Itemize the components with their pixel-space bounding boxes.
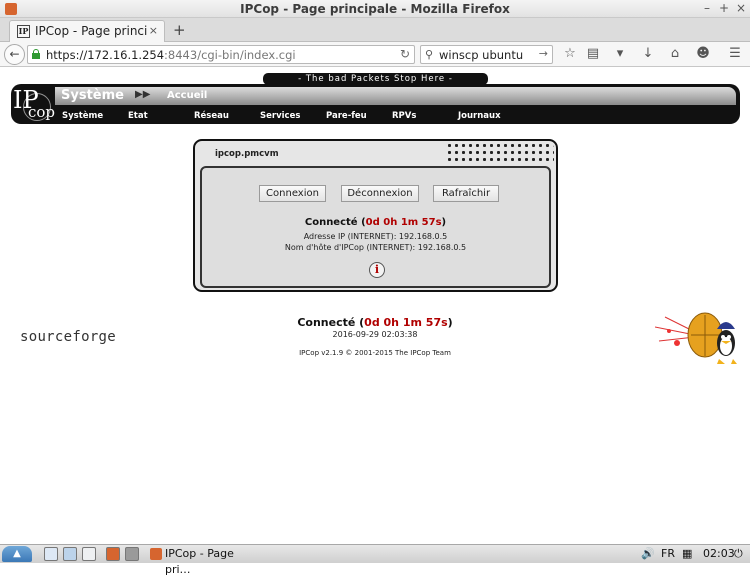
search-input[interactable] xyxy=(439,47,535,62)
url-host: https://172.16.1.254 xyxy=(46,48,165,62)
footer-datetime: 2016-09-29 02:03:38 xyxy=(332,330,418,339)
new-tab-button[interactable]: + xyxy=(173,21,186,39)
footer-status-label: Connecté xyxy=(297,316,356,329)
refresh-button[interactable]: Rafraîchir xyxy=(433,185,499,202)
firefox-launcher-icon[interactable] xyxy=(106,547,120,561)
back-arrow-icon: ← xyxy=(9,47,20,61)
search-bar[interactable]: ⚲ → xyxy=(420,45,553,64)
footer-uptime-value: 0d 0h 1m 57s xyxy=(364,316,448,329)
header-grey-strip xyxy=(55,87,736,105)
disconnect-button[interactable]: Déconnexion xyxy=(341,185,419,202)
terminal-icon[interactable] xyxy=(82,547,96,561)
menu-journaux[interactable]: Journaux xyxy=(458,111,501,121)
url-text[interactable]: https://172.16.1.254:8443/cgi-bin/index.… xyxy=(46,48,296,62)
menu-reseau[interactable]: Réseau xyxy=(194,111,229,121)
search-go-icon[interactable]: → xyxy=(539,47,548,60)
network-icon[interactable] xyxy=(63,547,77,561)
tab-ipcop[interactable]: IP IPCop - Page princip… × xyxy=(9,20,165,42)
bookmark-star-icon[interactable]: ☆ xyxy=(562,46,578,62)
file-manager-icon[interactable] xyxy=(44,547,58,561)
panel-body: Connexion Déconnexion Rafraîchir Connect… xyxy=(200,166,551,288)
volume-icon[interactable]: 🔊 xyxy=(641,546,655,562)
info-icon[interactable]: i xyxy=(369,262,385,278)
tab-strip: IP IPCop - Page princip… × + xyxy=(0,18,750,42)
connection-status: Connecté (0d 0h 1m 57s) xyxy=(304,217,447,228)
pocket-icon[interactable]: ▾ xyxy=(612,46,628,62)
menu-rpvs[interactable]: RPVs xyxy=(392,111,416,121)
download-icon[interactable]: ↓ xyxy=(640,46,656,62)
lock-icon xyxy=(32,49,40,59)
ipcop-logo[interactable]: IP cop xyxy=(11,86,56,122)
chat-icon[interactable]: ☻ xyxy=(695,46,711,62)
window-titlebar: IPCop - Page principale - Mozilla Firefo… xyxy=(0,0,750,18)
clock[interactable]: 02:03 xyxy=(703,546,735,562)
power-icon[interactable]: ⏻ xyxy=(734,546,743,562)
back-button[interactable]: ← xyxy=(4,44,25,65)
footer-status: Connecté (0d 0h 1m 57s) xyxy=(297,316,453,329)
panel-hostname: ipcop.pmcvm xyxy=(215,149,279,159)
desktop-icon[interactable] xyxy=(125,547,139,561)
start-menu-button[interactable]: ▲ xyxy=(2,546,32,562)
maximize-button[interactable]: + xyxy=(717,1,731,15)
connection-panel: ipcop.pmcvm Connexion Déconnexion Rafraî… xyxy=(193,139,558,292)
keyboard-language[interactable]: FR xyxy=(661,546,675,562)
current-section-title: Système xyxy=(61,88,124,103)
network-status-icon[interactable]: ▦ xyxy=(682,546,692,562)
search-icon: ⚲ xyxy=(425,48,434,61)
status-label: Connecté xyxy=(304,217,358,228)
taskbar: ▲ IPCop - Page pri… 🔊 FR ▦ 02:03 ⏻ xyxy=(0,544,750,576)
ip-address-line: Adresse IP (INTERNET): 192.168.0.5 xyxy=(303,232,448,241)
ipcop-favicon-icon: IP xyxy=(17,25,30,38)
connect-button[interactable]: Connexion xyxy=(259,185,326,202)
taskbar-firefox-task[interactable]: IPCop - Page pri… xyxy=(148,546,252,576)
hostname-line: Nom d'hôte d'IPCop (INTERNET): 192.168.0… xyxy=(284,243,467,252)
nav-bar: ← https://172.16.1.254:8443/cgi-bin/inde… xyxy=(0,42,750,67)
home-icon[interactable]: ⌂ xyxy=(667,46,683,62)
logo-cop-text: cop xyxy=(28,103,56,121)
uptime-value: 0d 0h 1m 57s xyxy=(365,217,442,228)
close-window-button[interactable]: × xyxy=(734,1,748,15)
menu-pare-feu[interactable]: Pare-feu xyxy=(326,111,367,121)
minimize-button[interactable]: – xyxy=(700,1,714,15)
menu-systeme[interactable]: Système xyxy=(62,111,103,121)
tab-label: IPCop - Page princip… xyxy=(35,24,147,38)
reload-icon[interactable]: ↻ xyxy=(400,47,410,61)
tab-close-icon[interactable]: × xyxy=(149,24,158,37)
footer-copyright: IPCop v2.1.9 © 2001-2015 The IPCop Team xyxy=(299,349,451,357)
url-path: :8443/cgi-bin/index.cgi xyxy=(164,48,296,62)
url-bar[interactable]: https://172.16.1.254:8443/cgi-bin/index.… xyxy=(27,45,415,64)
current-page-title: Accueil xyxy=(167,90,208,101)
breadcrumb-arrows-icon: ▶▶ xyxy=(135,89,151,100)
reading-list-icon[interactable]: ▤ xyxy=(585,46,601,62)
window-title: IPCop - Page principale - Mozilla Firefo… xyxy=(240,2,510,16)
menu-services[interactable]: Services xyxy=(260,111,300,121)
panel-dot-pattern xyxy=(446,142,554,164)
ipcop-tux-mascot-icon xyxy=(655,312,737,364)
menu-icon[interactable]: ☰ xyxy=(727,46,743,62)
menu-etat[interactable]: Etat xyxy=(128,111,148,121)
